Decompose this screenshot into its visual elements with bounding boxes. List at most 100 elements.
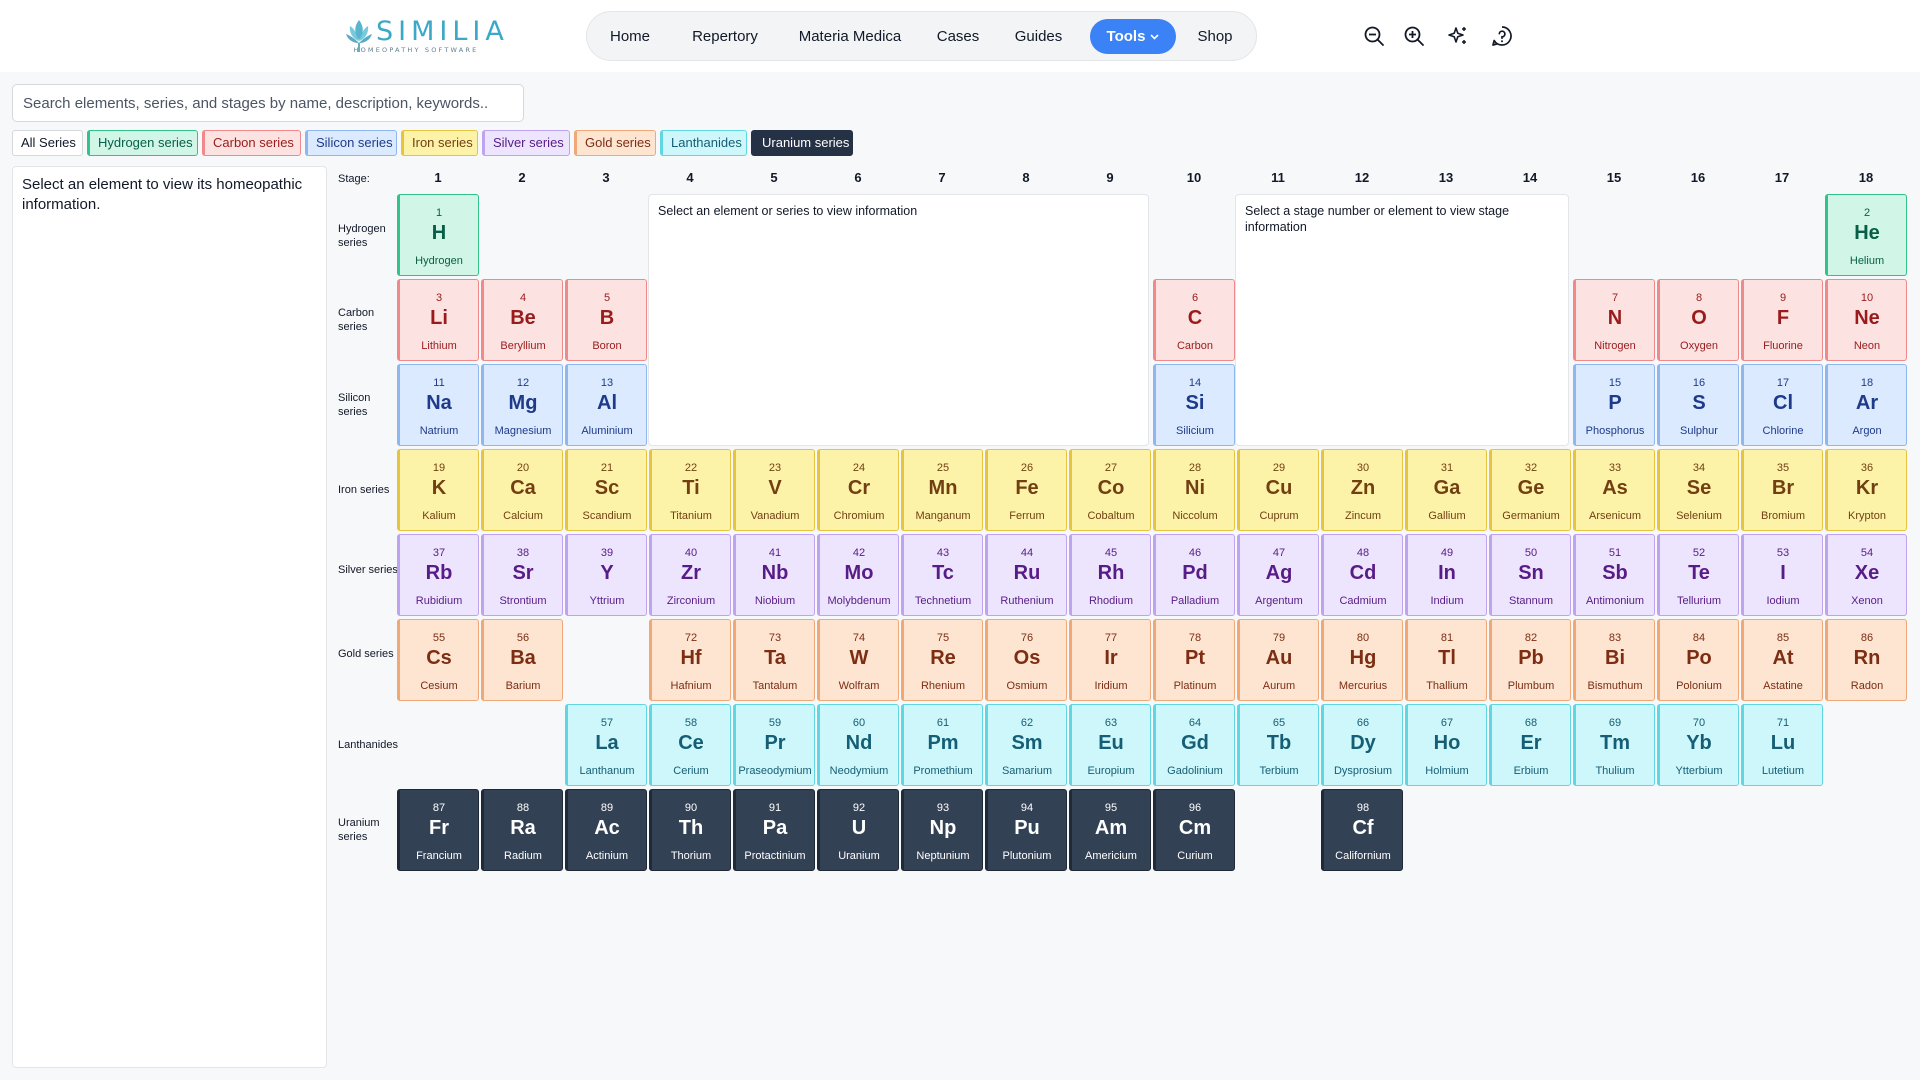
element-cell-ta[interactable]: 73 Ta Tantalum (733, 619, 815, 701)
element-cell-nb[interactable]: 41 Nb Niobium (733, 534, 815, 616)
element-cell-li[interactable]: 3 Li Lithium (397, 279, 479, 361)
stage-number-16[interactable]: 16 (1657, 170, 1739, 185)
zoom-out-icon[interactable] (1363, 25, 1385, 47)
element-cell-tc[interactable]: 43 Tc Technetium (901, 534, 983, 616)
row-label-hydrogen[interactable]: Hydrogen series (338, 222, 398, 250)
element-cell-u[interactable]: 92 U Uranium (817, 789, 899, 871)
element-cell-n[interactable]: 7 N Nitrogen (1573, 279, 1655, 361)
element-cell-cr[interactable]: 24 Cr Chromium (817, 449, 899, 531)
stage-number-7[interactable]: 7 (901, 170, 983, 185)
element-cell-fe[interactable]: 26 Fe Ferrum (985, 449, 1067, 531)
element-cell-rn[interactable]: 86 Rn Radon (1825, 619, 1907, 701)
filter-chip-carbon[interactable]: Carbon series (202, 130, 301, 156)
element-cell-be[interactable]: 4 Be Beryllium (481, 279, 563, 361)
element-cell-p[interactable]: 15 P Phosphorus (1573, 364, 1655, 446)
element-cell-cd[interactable]: 48 Cd Cadmium (1321, 534, 1403, 616)
element-cell-na[interactable]: 11 Na Natrium (397, 364, 479, 446)
element-cell-mg[interactable]: 12 Mg Magnesium (481, 364, 563, 446)
row-label-iron[interactable]: Iron series (338, 483, 398, 497)
element-cell-f[interactable]: 9 F Fluorine (1741, 279, 1823, 361)
element-cell-th[interactable]: 90 Th Thorium (649, 789, 731, 871)
element-cell-ar[interactable]: 18 Ar Argon (1825, 364, 1907, 446)
element-cell-sm[interactable]: 62 Sm Samarium (985, 704, 1067, 786)
element-cell-rb[interactable]: 37 Rb Rubidium (397, 534, 479, 616)
element-cell-po[interactable]: 84 Po Polonium (1657, 619, 1739, 701)
element-cell-cf[interactable]: 98 Cf Californium (1321, 789, 1403, 871)
nav-tools[interactable]: Tools (1090, 19, 1176, 54)
filter-chip-hydrogen[interactable]: Hydrogen series (87, 130, 198, 156)
filter-chip-lanthanides[interactable]: Lanthanides (660, 130, 747, 156)
element-cell-hf[interactable]: 72 Hf Hafnium (649, 619, 731, 701)
stage-number-1[interactable]: 1 (397, 170, 479, 185)
element-cell-ga[interactable]: 31 Ga Gallium (1405, 449, 1487, 531)
element-cell-v[interactable]: 23 V Vanadium (733, 449, 815, 531)
element-cell-ag[interactable]: 47 Ag Argentum (1237, 534, 1319, 616)
nav-shop[interactable]: Shop (1186, 19, 1244, 54)
element-cell-c[interactable]: 6 C Carbon (1153, 279, 1235, 361)
element-cell-ru[interactable]: 44 Ru Ruthenium (985, 534, 1067, 616)
element-cell-gd[interactable]: 64 Gd Gadolinium (1153, 704, 1235, 786)
element-cell-au[interactable]: 79 Au Aurum (1237, 619, 1319, 701)
element-cell-mn[interactable]: 25 Mn Manganum (901, 449, 983, 531)
element-cell-lu[interactable]: 71 Lu Lutetium (1741, 704, 1823, 786)
element-cell-k[interactable]: 19 K Kalium (397, 449, 479, 531)
element-cell-ir[interactable]: 77 Ir Iridium (1069, 619, 1151, 701)
element-cell-pr[interactable]: 59 Pr Praseodymium (733, 704, 815, 786)
element-cell-w[interactable]: 74 W Wolfram (817, 619, 899, 701)
element-cell-h[interactable]: 1 H Hydrogen (397, 194, 479, 276)
element-cell-la[interactable]: 57 La Lanthanum (565, 704, 647, 786)
element-cell-nd[interactable]: 60 Nd Neodymium (817, 704, 899, 786)
element-cell-cs[interactable]: 55 Cs Cesium (397, 619, 479, 701)
element-cell-in[interactable]: 49 In Indium (1405, 534, 1487, 616)
element-cell-si[interactable]: 14 Si Silicium (1153, 364, 1235, 446)
element-cell-er[interactable]: 68 Er Erbium (1489, 704, 1571, 786)
similia-logo[interactable]: SIMILIA HOMEOPATHY SOFTWARE (344, 14, 504, 56)
element-cell-ti[interactable]: 22 Ti Titanium (649, 449, 731, 531)
element-cell-cl[interactable]: 17 Cl Chlorine (1741, 364, 1823, 446)
row-label-gold[interactable]: Gold series (338, 647, 398, 661)
stage-number-2[interactable]: 2 (481, 170, 563, 185)
element-cell-ce[interactable]: 58 Ce Cerium (649, 704, 731, 786)
element-cell-ra[interactable]: 88 Ra Radium (481, 789, 563, 871)
element-cell-al[interactable]: 13 Al Aluminium (565, 364, 647, 446)
row-label-silver[interactable]: Silver series (338, 563, 398, 577)
stage-number-6[interactable]: 6 (817, 170, 899, 185)
element-cell-y[interactable]: 39 Y Yttrium (565, 534, 647, 616)
element-cell-re[interactable]: 75 Re Rhenium (901, 619, 983, 701)
stage-number-8[interactable]: 8 (985, 170, 1067, 185)
filter-chip-all[interactable]: All Series (12, 130, 83, 156)
stage-number-12[interactable]: 12 (1321, 170, 1403, 185)
stage-number-17[interactable]: 17 (1741, 170, 1823, 185)
element-cell-i[interactable]: 53 I Iodium (1741, 534, 1823, 616)
element-cell-tb[interactable]: 65 Tb Terbium (1237, 704, 1319, 786)
nav-materia-medica[interactable]: Materia Medica (783, 19, 917, 54)
element-cell-at[interactable]: 85 At Astatine (1741, 619, 1823, 701)
element-cell-os[interactable]: 76 Os Osmium (985, 619, 1067, 701)
filter-chip-iron[interactable]: Iron series (401, 130, 478, 156)
zoom-in-icon[interactable] (1403, 25, 1425, 47)
element-cell-fr[interactable]: 87 Fr Francium (397, 789, 479, 871)
element-cell-dy[interactable]: 66 Dy Dysprosium (1321, 704, 1403, 786)
element-cell-cm[interactable]: 96 Cm Curium (1153, 789, 1235, 871)
element-cell-ne[interactable]: 10 Ne Neon (1825, 279, 1907, 361)
element-cell-ho[interactable]: 67 Ho Holmium (1405, 704, 1487, 786)
stage-number-18[interactable]: 18 (1825, 170, 1907, 185)
element-cell-ni[interactable]: 28 Ni Niccolum (1153, 449, 1235, 531)
element-cell-b[interactable]: 5 B Boron (565, 279, 647, 361)
row-label-lanthanides[interactable]: Lanthanides (338, 738, 398, 752)
element-cell-yb[interactable]: 70 Yb Ytterbium (1657, 704, 1739, 786)
stage-number-3[interactable]: 3 (565, 170, 647, 185)
element-cell-tm[interactable]: 69 Tm Thulium (1573, 704, 1655, 786)
element-cell-ac[interactable]: 89 Ac Actinium (565, 789, 647, 871)
element-cell-bi[interactable]: 83 Bi Bismuthum (1573, 619, 1655, 701)
element-cell-ba[interactable]: 56 Ba Barium (481, 619, 563, 701)
filter-chip-gold[interactable]: Gold series (574, 130, 656, 156)
element-cell-o[interactable]: 8 O Oxygen (1657, 279, 1739, 361)
element-cell-tl[interactable]: 81 Tl Thallium (1405, 619, 1487, 701)
stage-number-9[interactable]: 9 (1069, 170, 1151, 185)
stage-number-11[interactable]: 11 (1237, 170, 1319, 185)
filter-chip-silicon[interactable]: Silicon series (305, 130, 397, 156)
element-cell-rh[interactable]: 45 Rh Rhodium (1069, 534, 1151, 616)
filter-chip-uranium[interactable]: Uranium series (751, 130, 853, 156)
filter-chip-silver[interactable]: Silver series (482, 130, 570, 156)
